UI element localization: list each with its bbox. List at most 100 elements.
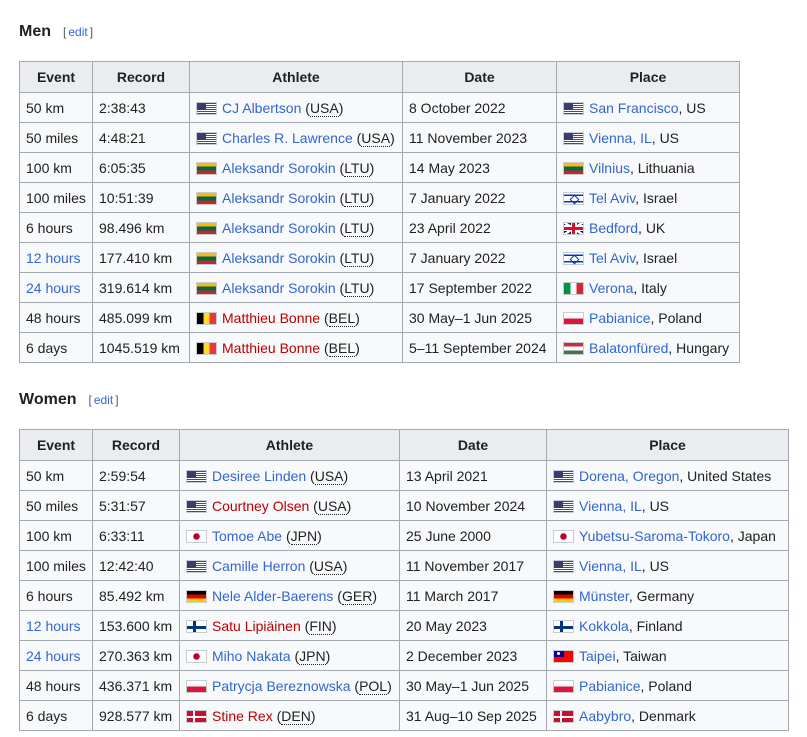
athlete-cell: Aleksandr Sorokin (LTU) — [189, 182, 403, 213]
col-record[interactable]: Record — [92, 429, 180, 461]
record-cell: 2:59:54 — [92, 460, 180, 491]
country-code[interactable]: LTU — [344, 249, 370, 267]
athlete-cell: Charles R. Lawrence (USA) — [189, 122, 403, 153]
event-link[interactable]: 12 hours — [26, 618, 80, 634]
place-link[interactable]: Vilnius — [589, 160, 630, 176]
col-athlete[interactable]: Athlete — [189, 61, 403, 93]
country-code[interactable]: JPN — [299, 647, 326, 665]
place-link[interactable]: Dorena, Oregon — [579, 468, 679, 484]
flag-icon — [196, 101, 217, 115]
athlete-link[interactable]: Courtney Olsen — [212, 498, 309, 514]
flag-icon — [563, 341, 584, 355]
country-code[interactable]: LTU — [344, 189, 370, 207]
country-code[interactable]: DEN — [281, 707, 311, 725]
country-code[interactable]: USA — [309, 99, 339, 117]
athlete-link[interactable]: Aleksandr Sorokin — [222, 160, 336, 176]
women-edit-link[interactable]: edit — [92, 393, 115, 407]
country-code[interactable]: USA — [317, 497, 347, 515]
country-code[interactable]: POL — [359, 677, 388, 695]
col-date[interactable]: Date — [402, 61, 557, 93]
event-text: 50 miles — [26, 129, 79, 146]
athlete-link[interactable]: Aleksandr Sorokin — [222, 280, 336, 296]
place-link[interactable]: Kokkola — [579, 618, 629, 634]
flag-icon — [186, 589, 207, 603]
place-region: , United States — [679, 467, 772, 484]
place-link[interactable]: Bedford — [589, 220, 638, 236]
table-row: 24 hours 270.363 km Miho Nakata (JPN) 2 Dec… — [19, 640, 789, 671]
country-code[interactable]: LTU — [344, 219, 370, 237]
men-section-header: Men [edit] — [19, 23, 93, 41]
athlete-link[interactable]: Matthieu Bonne — [222, 310, 320, 326]
place-link[interactable]: Tel Aviv — [589, 190, 635, 206]
col-athlete[interactable]: Athlete — [179, 429, 400, 461]
country-code[interactable]: BEL — [328, 309, 356, 327]
country-code[interactable]: LTU — [344, 159, 370, 177]
flag-icon — [196, 341, 217, 355]
col-record[interactable]: Record — [92, 61, 190, 93]
event-text: 100 km — [26, 159, 72, 176]
col-place[interactable]: Place — [546, 429, 789, 461]
athlete-link[interactable]: Camille Herron — [212, 558, 305, 574]
athlete-link[interactable]: CJ Albertson — [222, 100, 301, 116]
athlete-link[interactable]: Tomoe Abe — [212, 528, 282, 544]
athlete-link[interactable]: Matthieu Bonne — [222, 340, 320, 356]
athlete-link[interactable]: Nele Alder-Baerens — [212, 588, 333, 604]
col-date[interactable]: Date — [399, 429, 547, 461]
athlete-link[interactable]: Charles R. Lawrence — [222, 130, 353, 146]
country-code[interactable]: USA — [314, 467, 344, 485]
country-code[interactable]: JPN — [290, 527, 318, 545]
flag-icon — [553, 499, 574, 513]
flag-icon — [186, 529, 207, 543]
event-link[interactable]: 24 hours — [26, 280, 80, 296]
place-region: , Germany — [628, 587, 695, 604]
place-cell: Aabybro, Denmark — [546, 700, 789, 731]
event-cell: 50 km — [19, 92, 93, 123]
table-row: 6 hours 98.496 km Aleksandr Sorokin (LTU) 2… — [19, 212, 740, 243]
athlete-cell: Aleksandr Sorokin (LTU) — [189, 272, 403, 303]
col-place[interactable]: Place — [556, 61, 740, 93]
country-code[interactable]: LTU — [344, 279, 370, 297]
place-link[interactable]: Verona — [589, 280, 633, 296]
place-link[interactable]: Tel Aviv — [589, 250, 635, 266]
place-link[interactable]: Aabybro — [579, 708, 631, 724]
athlete-cell: Nele Alder-Baerens (GER) — [179, 580, 400, 611]
event-cell: 24 hours — [19, 640, 93, 671]
country-code[interactable]: USA — [313, 557, 343, 575]
place-link[interactable]: Vienna, IL — [579, 498, 642, 514]
country-code[interactable]: USA — [361, 129, 391, 147]
place-link[interactable]: Taipei — [579, 648, 616, 664]
athlete-link[interactable]: Desiree Linden — [212, 468, 306, 484]
athlete-link[interactable]: Patrycja Bereznowska — [212, 678, 351, 694]
flag-icon — [196, 281, 217, 295]
place-region: , US — [641, 497, 670, 514]
event-link[interactable]: 24 hours — [26, 648, 80, 664]
place-link[interactable]: Münster — [579, 588, 629, 604]
place-link[interactable]: Pabianice — [579, 678, 641, 694]
event-link[interactable]: 12 hours — [26, 250, 80, 266]
event-cell: 100 miles — [19, 550, 93, 581]
place-link[interactable]: Yubetsu-Saroma-Tokoro — [579, 528, 730, 544]
athlete-link[interactable]: Satu Lipiäinen — [212, 618, 301, 634]
col-event[interactable]: Event — [19, 61, 93, 93]
athlete-link[interactable]: Miho Nakata — [212, 648, 291, 664]
country-code[interactable]: FIN — [309, 617, 332, 635]
athlete-link[interactable]: Aleksandr Sorokin — [222, 220, 336, 236]
place-link[interactable]: Balatonfüred — [589, 340, 668, 356]
record-cell: 12:42:40 — [92, 550, 180, 581]
men-edit-link[interactable]: edit — [66, 25, 89, 39]
athlete-link[interactable]: Aleksandr Sorokin — [222, 190, 336, 206]
place-region: , Israel — [635, 189, 678, 206]
event-cell: 6 days — [19, 700, 93, 731]
athlete-link[interactable]: Stine Rex — [212, 708, 273, 724]
country-code[interactable]: BEL — [328, 339, 356, 357]
date-cell: 7 January 2022 — [402, 242, 557, 273]
country-code[interactable]: GER — [341, 587, 373, 605]
place-link[interactable]: Vienna, IL — [589, 130, 652, 146]
place-link[interactable]: San Francisco — [589, 100, 678, 116]
athlete-link[interactable]: Aleksandr Sorokin — [222, 250, 336, 266]
col-event[interactable]: Event — [19, 429, 93, 461]
table-row: 50 km 2:59:54 Desiree Linden (USA) 13 April… — [19, 460, 789, 491]
place-region: , US — [651, 129, 680, 146]
place-link[interactable]: Vienna, IL — [579, 558, 642, 574]
place-link[interactable]: Pabianice — [589, 310, 651, 326]
